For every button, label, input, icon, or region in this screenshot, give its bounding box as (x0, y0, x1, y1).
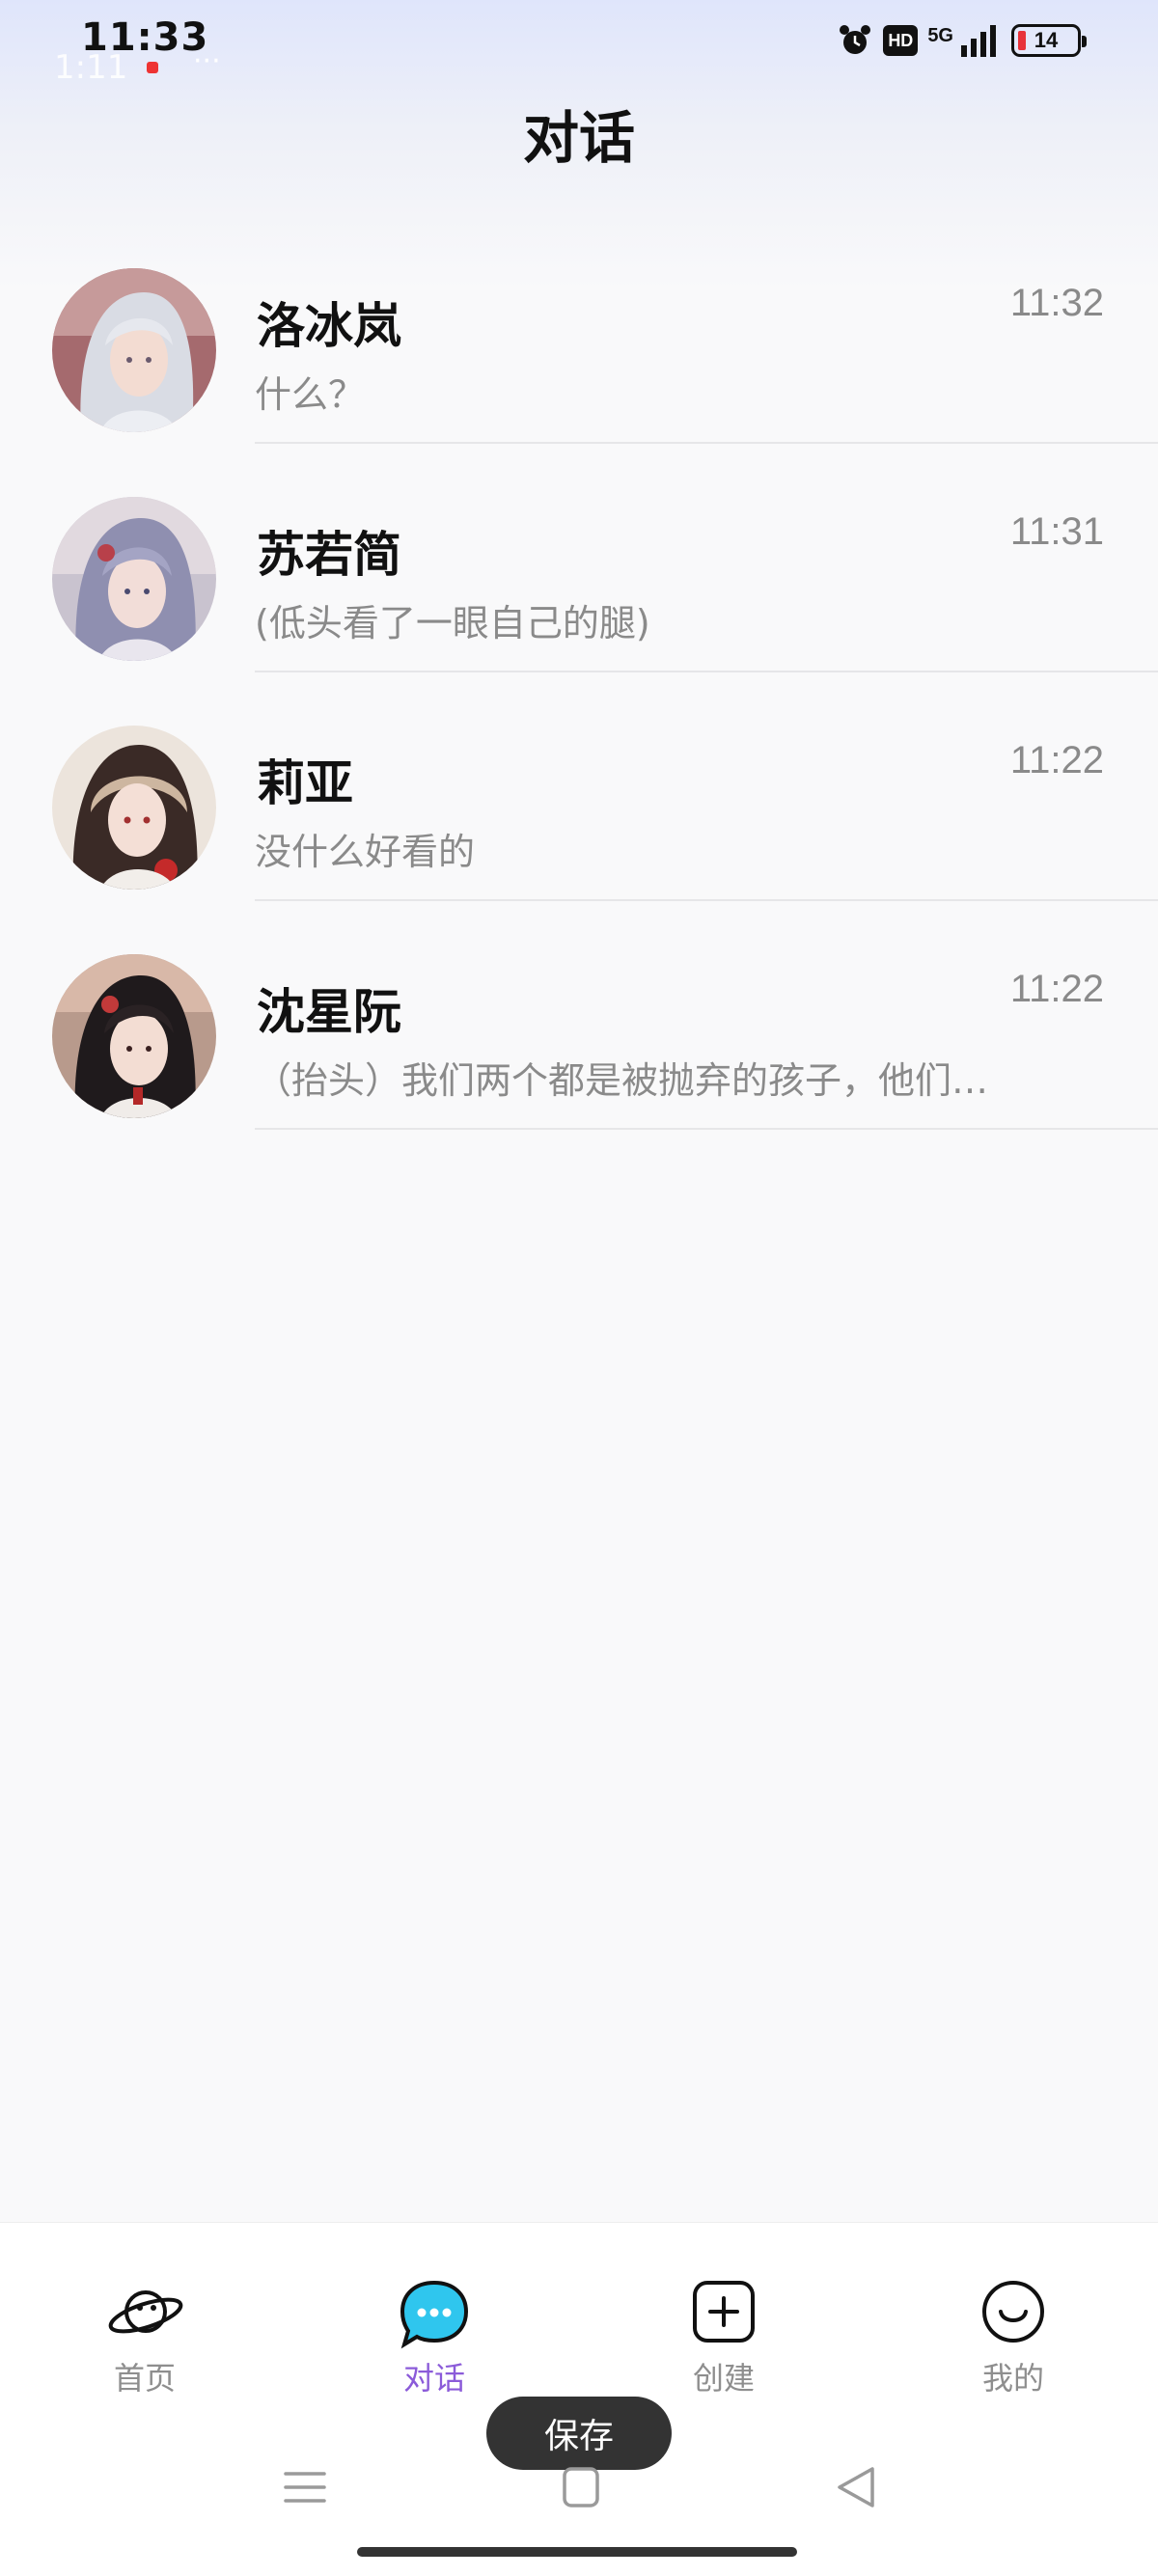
network-type: 5G (927, 24, 953, 46)
avatar-lavender-hair (52, 497, 216, 661)
plus-square-icon (693, 2281, 755, 2343)
smile-face-icon (982, 2281, 1044, 2343)
divider (255, 899, 1158, 901)
home-square-icon (563, 2467, 599, 2507)
conversation-item[interactable]: 沈星阮 11:22 （抬头）我们两个都是被抛弃的孩子，他们… (0, 946, 1158, 1175)
status-ghost-time: 1:11 (54, 48, 128, 87)
tab-label: 创建 (692, 2360, 755, 2397)
tab-profile[interactable]: 我的 (936, 2277, 1090, 2402)
signal-bars-icon (961, 25, 996, 57)
divider (255, 442, 1158, 444)
battery-indicator: 14 (1011, 24, 1087, 57)
message-preview: (低头看了一眼自己的腿) (255, 602, 650, 644)
status-icons: HD 5G 14 (837, 19, 1087, 62)
message-preview: 什么？ (255, 373, 366, 416)
conversation-item[interactable]: 苏若简 11:31 (低头看了一眼自己的腿) (0, 489, 1158, 718)
avatar-blonde-hair (52, 726, 216, 890)
message-time: 11:22 (1009, 739, 1104, 781)
home-indicator[interactable] (357, 2547, 797, 2557)
save-button[interactable]: 保存 (486, 2397, 672, 2470)
contact-name: 苏若简 (257, 527, 401, 583)
tab-create[interactable]: 创建 (647, 2277, 801, 2402)
message-preview: 没什么好看的 (255, 831, 476, 873)
hd-badge: HD (883, 25, 919, 56)
message-time: 11:22 (1009, 968, 1104, 1010)
avatar[interactable] (52, 268, 216, 432)
avatar[interactable] (52, 497, 216, 661)
tab-chat[interactable]: 对话 (357, 2277, 511, 2402)
planet-icon (108, 2290, 183, 2334)
message-time: 11:31 (1009, 510, 1104, 553)
alarm-clock-icon (840, 25, 871, 54)
status-bar: 11:33 1:11 ··· HD 5G 14 (0, 0, 1158, 87)
contact-name: 洛冰岚 (257, 298, 401, 354)
battery-tip (1082, 36, 1087, 47)
tab-label: 我的 (981, 2360, 1044, 2397)
avatar-dark-hair (52, 954, 216, 1118)
conversation-list: 洛冰岚 11:32 什么？ 苏若简 11:31 (低头看了一眼自己的腿) 莉亚 … (0, 260, 1158, 1175)
tab-label: 首页 (113, 2360, 176, 2397)
divider (255, 671, 1158, 672)
avatar[interactable] (52, 726, 216, 890)
status-ghost-dots: ··· (193, 44, 221, 78)
system-menu-button[interactable] (276, 2460, 334, 2514)
system-home-button[interactable] (552, 2460, 610, 2514)
divider (255, 1128, 1158, 1130)
back-triangle-icon (838, 2467, 874, 2507)
message-preview: （抬头）我们两个都是被抛弃的孩子，他们… (255, 1059, 989, 1102)
tab-home[interactable]: 首页 (68, 2277, 222, 2402)
menu-icon (284, 2472, 326, 2503)
tab-label: 对话 (402, 2360, 465, 2397)
page-title: 对话 (522, 105, 635, 171)
conversation-item[interactable]: 洛冰岚 11:32 什么？ (0, 260, 1158, 489)
notification-dot-icon (147, 62, 158, 73)
battery-level: 14 (1034, 28, 1059, 52)
conversation-item[interactable]: 莉亚 11:22 没什么好看的 (0, 718, 1158, 946)
battery-fill (1018, 31, 1026, 50)
avatar-silver-hair (52, 268, 216, 432)
contact-name: 莉亚 (257, 755, 353, 811)
system-back-button[interactable] (828, 2460, 886, 2514)
chat-bubble-icon (400, 2280, 469, 2349)
message-time: 11:32 (1009, 282, 1104, 324)
contact-name: 沈星阮 (257, 984, 401, 1040)
avatar[interactable] (52, 954, 216, 1118)
